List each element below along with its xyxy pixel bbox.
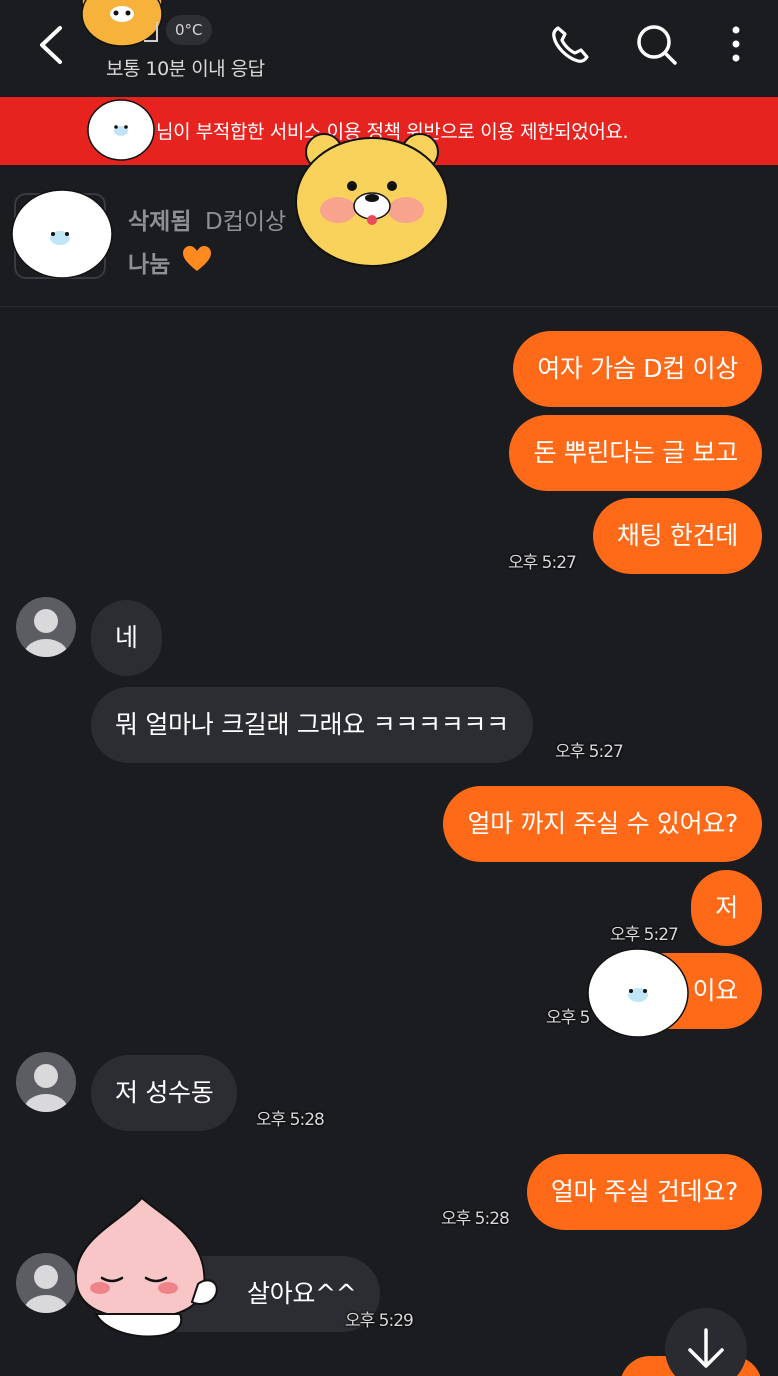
ryan-sticker xyxy=(294,130,450,272)
outgoing-message[interactable]: 채팅 한건데 xyxy=(592,498,762,574)
back-arrow-icon[interactable] xyxy=(30,20,74,70)
arrow-down-icon xyxy=(688,1328,724,1368)
message-time: 오후 5:27 xyxy=(555,742,624,762)
phone-icon[interactable] xyxy=(545,20,595,70)
post-title: D컵이상 xyxy=(205,209,287,235)
message-time: 오후 5:28 xyxy=(441,1209,510,1229)
outgoing-message[interactable]: 저 xyxy=(691,870,762,946)
heart-icon xyxy=(182,245,212,273)
scroll-down-button[interactable] xyxy=(665,1308,747,1376)
message-time: 오후 5 xyxy=(546,1008,590,1028)
incoming-message[interactable]: 뭐 얼마나 크길래 그래요 ㅋㅋㅋㅋㅋㅋ xyxy=(91,687,533,763)
white-blob-sticker xyxy=(586,947,690,1043)
message-time: 오후 5:28 xyxy=(256,1110,325,1130)
incoming-message[interactable]: 저 성수동 xyxy=(91,1055,238,1131)
avatar xyxy=(16,1052,76,1112)
outgoing-message[interactable]: 얼마 주실 건데요? xyxy=(526,1154,762,1230)
avatar xyxy=(16,597,76,657)
post-type: 나눔 xyxy=(128,252,171,278)
more-vertical-icon[interactable] xyxy=(712,20,760,70)
incoming-message[interactable]: 네 xyxy=(91,600,162,676)
post-status: 삭제됨 xyxy=(128,209,192,235)
outgoing-message[interactable]: 돈 뿌린다는 글 보고 xyxy=(509,415,762,491)
white-blob-sticker xyxy=(10,188,114,284)
white-blob-sticker xyxy=(86,98,156,166)
message-time: 오후 5:27 xyxy=(610,925,679,945)
message-time: 오후 5:27 xyxy=(508,553,577,573)
response-time-text: 보통 10분 이내 응답 xyxy=(106,58,265,80)
header-fragment xyxy=(144,22,158,42)
temperature-badge: 0°C xyxy=(166,15,212,45)
outgoing-message[interactable]: 여자 가슴 D컵 이상 xyxy=(513,331,762,407)
search-icon[interactable] xyxy=(632,20,682,70)
chat-header: 0°C 보통 10분 이내 응답 xyxy=(0,0,778,97)
apeach-sticker xyxy=(72,1194,222,1354)
message-time: 오후 5:29 xyxy=(345,1311,414,1331)
outgoing-message[interactable]: 얼마 까지 주실 수 있어요? xyxy=(443,786,762,862)
avatar xyxy=(16,1253,76,1313)
